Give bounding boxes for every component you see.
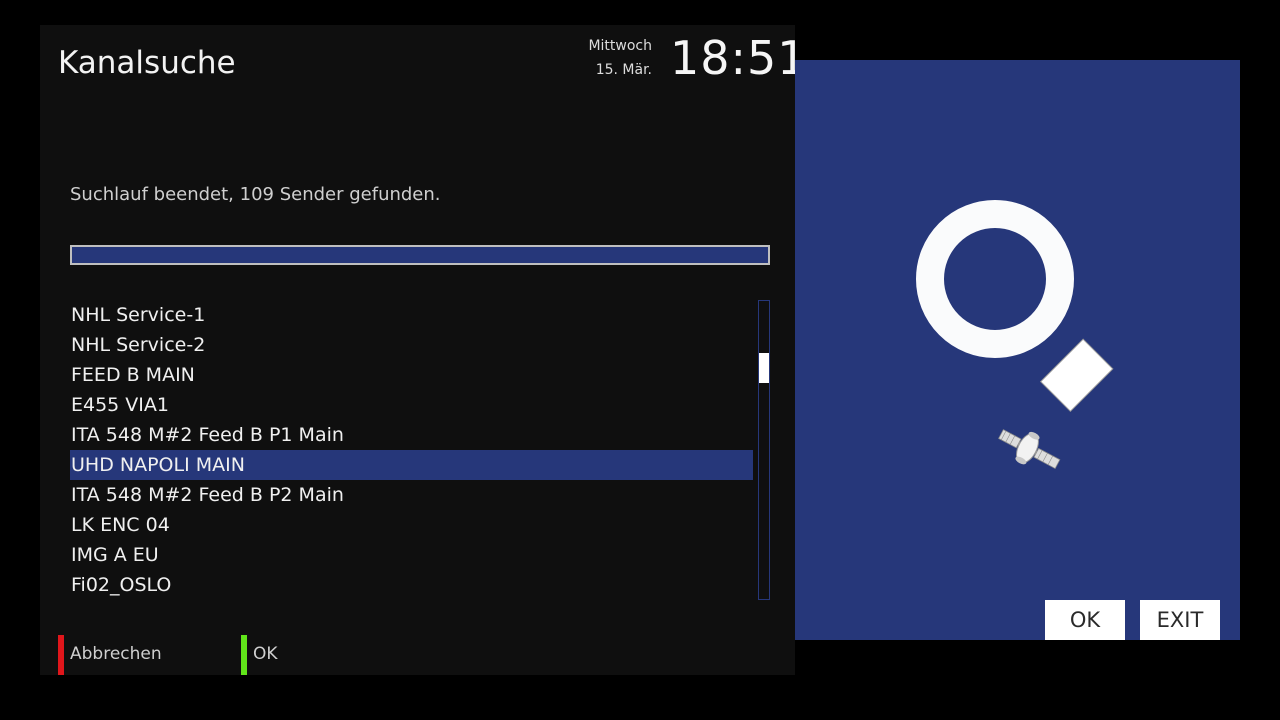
clock: 18:51 [670,31,808,85]
channel-row[interactable]: LK ENC 04 [70,510,753,540]
scan-graphic-panel: OK EXIT [795,60,1240,640]
exit-button[interactable]: EXIT [1140,600,1220,640]
channel-search-panel: Kanalsuche Mittwoch 15. Mär. 18:51 Suchl… [40,25,807,675]
page-title: Kanalsuche [58,45,236,81]
channel-row[interactable]: NHL Service-1 [70,300,753,330]
scan-progress-bar [70,245,770,265]
channel-row[interactable]: E455 VIA1 [70,390,753,420]
satellite-icon [998,429,1061,470]
channel-row[interactable]: Fi02_OSLO [70,570,753,600]
scan-progress-fill [72,247,768,263]
cancel-button-label: Abbrechen [70,644,162,664]
channel-row[interactable]: ITA 548 M#2 Feed B P1 Main [70,420,753,450]
green-key-indicator [241,635,247,675]
ok-footer-button-label: OK [253,644,278,664]
channel-row[interactable]: ITA 548 M#2 Feed B P2 Main [70,480,753,510]
date-label: 15. Mär. [595,62,652,78]
scan-graphic [916,200,1114,470]
magnifier-icon [916,200,1114,413]
channel-row-selected[interactable]: UHD NAPOLI MAIN [70,450,753,480]
ok-button[interactable]: OK [1045,600,1125,640]
red-key-indicator [58,635,64,675]
channel-row[interactable]: IMG A EU [70,540,753,570]
found-channel-list[interactable]: NHL Service-1 NHL Service-2 FEED B MAIN E45… [70,300,753,600]
weekday-label: Mittwoch [588,38,652,54]
scan-status-text: Suchlauf beendet, 109 Sender gefunden. [70,184,441,205]
channel-row[interactable]: FEED B MAIN [70,360,753,390]
channel-list-scrollbar[interactable] [758,300,770,600]
channel-row[interactable]: NHL Service-2 [70,330,753,360]
scrollbar-thumb[interactable] [759,353,769,383]
